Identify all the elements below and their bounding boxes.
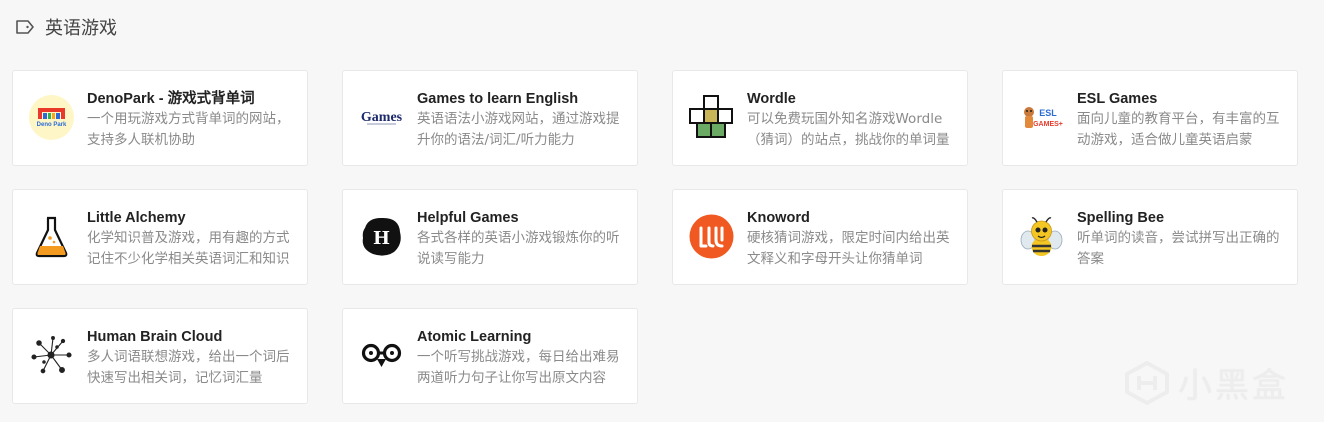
- card-games-to-learn-english[interactable]: Games Games to learn English 英语语法小游戏网站，通…: [342, 70, 638, 166]
- card-description: 一个用玩游戏方式背单词的网站，支持多人联机协助: [87, 111, 290, 148]
- card-knoword[interactable]: Knoword 硬核猜词游戏，限定时间内给出英文释义和字母开头让你猜单词: [672, 189, 968, 285]
- games-logo-icon: Games: [361, 110, 403, 125]
- card-description: 面向儿童的教育平台，有丰富的互动游戏，适合做儿童英语启蒙: [1077, 111, 1280, 148]
- card-description: 英语语法小游戏网站，通过游戏提升你的语法/词汇/听力能力: [417, 111, 620, 148]
- tag-icon: [16, 20, 34, 34]
- card-title: Games to learn English: [417, 91, 579, 107]
- svg-text:ESL: ESL: [1039, 108, 1057, 118]
- watermark: 小黑盒: [1122, 358, 1289, 407]
- card-description: 可以免费玩国外知名游戏Wordle（猜词）的站点，挑战你的单词量: [747, 111, 950, 148]
- card-description: 各式各样的英语小游戏锻炼你的听说读写能力: [417, 230, 620, 267]
- card-title: Helpful Games: [417, 210, 519, 226]
- card-esl-games[interactable]: ESL GAMES+ ESL Games 面向儿童的教育平台，有丰富的互动游戏，…: [1002, 70, 1298, 166]
- section-header: 英语游戏: [15, 14, 117, 40]
- bee-logo-icon: [1020, 217, 1063, 256]
- svg-text:H: H: [373, 228, 390, 249]
- card-description: 多人词语联想游戏，给出一个词后快速写出相关词，记忆词汇量: [87, 349, 290, 386]
- knoword-logo-icon: [689, 214, 734, 259]
- card-title: Little Alchemy: [87, 210, 186, 226]
- card-description: 硬核猜词游戏，限定时间内给出英文释义和字母开头让你猜单词: [747, 230, 950, 267]
- wordle-logo-icon: [689, 95, 733, 138]
- atomic-learning-logo-icon: [361, 343, 402, 367]
- svg-text:Games: Games: [361, 110, 403, 125]
- section-title: 英语游戏: [45, 18, 117, 39]
- card-human-brain-cloud[interactable]: Human Brain Cloud 多人词语联想游戏，给出一个词后快速写出相关词…: [12, 308, 308, 404]
- card-description: 听单词的读音，尝试拼写出正确的答案: [1077, 230, 1280, 267]
- svg-text:GAMES+: GAMES+: [1033, 121, 1063, 128]
- card-description: 化学知识普及游戏，用有趣的方式记住不少化学相关英语词汇和知识: [87, 230, 290, 267]
- card-title: ESL Games: [1077, 91, 1158, 107]
- game-card-grid: Deno Park DenoPark - 游戏式背单词 一个用玩游戏方式背单词的…: [12, 70, 1298, 404]
- card-description: 一个听写挑战游戏，每日给出难易两道听力句子让你写出原文内容: [417, 349, 620, 386]
- denopark-logo-icon: Deno Park: [29, 95, 74, 140]
- card-title: Spelling Bee: [1077, 210, 1165, 226]
- card-title: Knoword: [747, 210, 810, 226]
- card-title: Atomic Learning: [417, 329, 532, 345]
- helpful-games-logo-icon: H: [362, 217, 401, 256]
- card-helpful-games[interactable]: H Helpful Games 各式各样的英语小游戏锻炼你的听说读写能力: [342, 189, 638, 285]
- watermark-text: 小黑盒: [1178, 366, 1289, 406]
- card-title: Human Brain Cloud: [87, 329, 223, 345]
- card-wordle[interactable]: Wordle 可以免费玩国外知名游戏Wordle（猜词）的站点，挑战你的单词量: [672, 70, 968, 166]
- esl-games-logo-icon: ESL GAMES+: [1024, 107, 1063, 128]
- svg-text:Deno Park: Deno Park: [37, 122, 67, 128]
- card-spelling-bee[interactable]: Spelling Bee 听单词的读音，尝试拼写出正确的答案: [1002, 189, 1298, 285]
- xiaoheihe-logo-icon: [1125, 360, 1169, 405]
- brain-cloud-logo-icon: [31, 336, 72, 374]
- card-title: Wordle: [747, 91, 796, 107]
- flask-logo-icon: [35, 216, 68, 258]
- card-title: DenoPark - 游戏式背单词: [87, 91, 255, 107]
- card-little-alchemy[interactable]: Little Alchemy 化学知识普及游戏，用有趣的方式记住不少化学相关英语…: [12, 189, 308, 285]
- card-denopark[interactable]: Deno Park DenoPark - 游戏式背单词 一个用玩游戏方式背单词的…: [12, 70, 308, 166]
- card-atomic-learning[interactable]: Atomic Learning 一个听写挑战游戏，每日给出难易两道听力句子让你写…: [342, 308, 638, 404]
